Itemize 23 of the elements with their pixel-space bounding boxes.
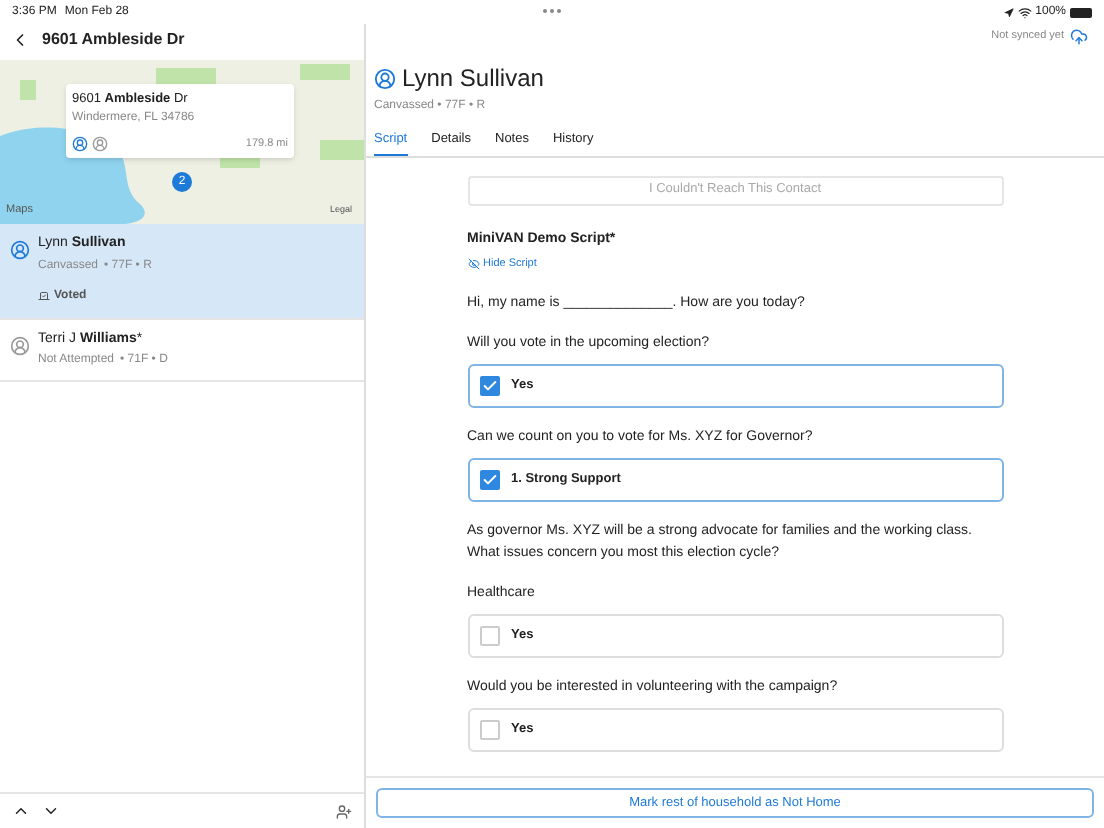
next-icon[interactable] <box>42 802 60 820</box>
previous-icon[interactable] <box>12 802 30 820</box>
add-person-icon[interactable] <box>336 803 352 819</box>
battery-icon <box>1070 7 1092 17</box>
person-icon <box>92 135 108 152</box>
checkbox[interactable] <box>479 469 499 489</box>
ballot-icon <box>38 290 50 302</box>
check-icon <box>481 471 497 487</box>
person-icon <box>374 67 396 89</box>
more-dots-icon[interactable] <box>542 8 562 14</box>
contact-name: Lynn Sullivan <box>402 62 544 96</box>
person-icon <box>10 335 30 355</box>
wifi-icon <box>1017 5 1032 19</box>
checkbox[interactable] <box>479 625 499 645</box>
address-title: 9601 Ambleside Dr <box>42 28 185 52</box>
person-icon <box>10 240 30 260</box>
check-icon <box>481 377 497 393</box>
cloud-upload-icon[interactable] <box>1070 27 1088 45</box>
location-icon <box>1003 7 1014 17</box>
person-icon <box>72 135 88 152</box>
checkbox[interactable] <box>479 375 499 395</box>
eye-off-icon <box>467 258 479 271</box>
checkbox[interactable] <box>479 719 499 739</box>
